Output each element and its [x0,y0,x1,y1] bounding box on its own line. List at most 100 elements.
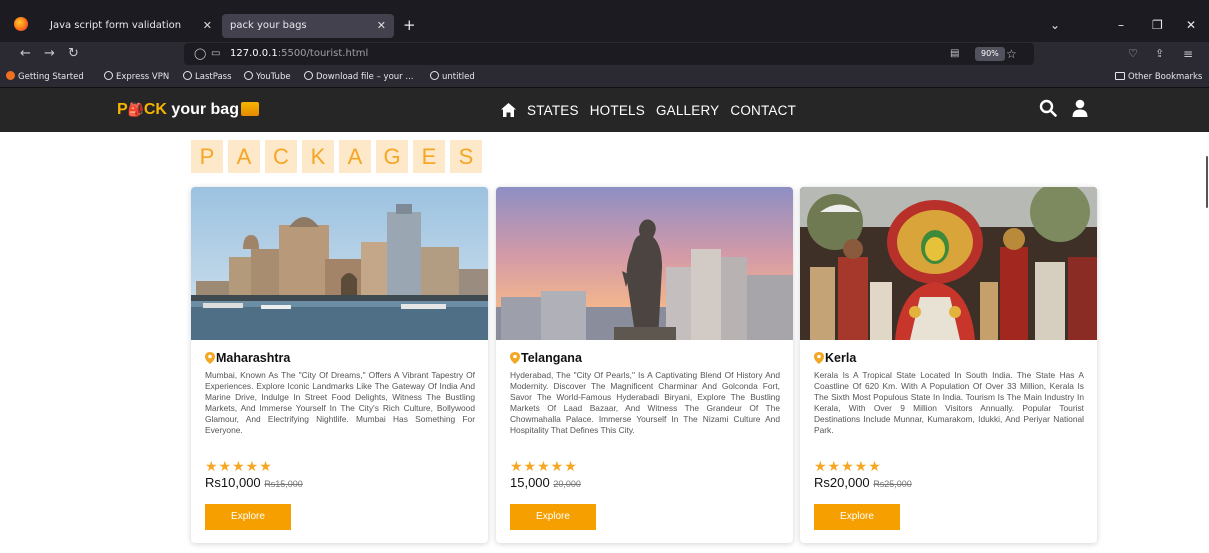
buddha-statue-photo [496,187,793,340]
heading-letter: S [450,140,482,173]
rating-stars: ★★★★★ [510,459,578,475]
search-icon[interactable] [1039,99,1057,121]
nav-states[interactable]: STATES [527,103,579,118]
home-icon[interactable] [501,103,516,117]
folder-icon [1115,72,1125,80]
card-title: Maharashtra [205,351,475,365]
globe-icon [430,71,439,80]
url-host: 127.0.0.1 [230,48,278,59]
user-icon[interactable] [1072,99,1088,121]
page-icon: ▭ [211,48,221,59]
card-title: Kerla [814,351,1084,365]
card-description: Mumbai, Known As The "City Of Dreams," O… [205,370,475,435]
page-scrollbar[interactable] [1206,156,1208,208]
pocket-icon[interactable]: ♡ [1128,42,1138,66]
bookmark-getting-started[interactable]: Getting Started [6,66,84,88]
site-logo[interactable]: P🎒CK your bag [117,88,259,132]
firefox-logo-icon [14,17,28,31]
card-title-text: Kerla [825,351,857,365]
explore-button[interactable]: Explore [205,504,291,530]
site-header: P🎒CK your bag STATES HOTELS GALLERY CONT… [0,88,1209,132]
bookmark-label: LastPass [195,72,232,82]
heading-letter: G [376,140,408,173]
bookmark-star-icon[interactable]: ☆ [1006,43,1017,65]
globe-icon [183,71,192,80]
card-title-text: Telangana [521,351,582,365]
bookmark-express-vpn[interactable]: Express VPN [104,66,169,88]
card-body: Kerla Kerala Is A Tropical State Located… [814,351,1084,490]
current-price: 15,000 [510,475,550,490]
url-bar[interactable]: ◯ ▭ 127.0.0.1:5500/tourist.html ▤ 90% ☆ [184,43,1034,65]
bookmark-label: Download file – your ... [316,72,414,82]
card-price: Rs20,000 Rs25,000 [814,475,1084,490]
tab-pack-your-bags[interactable]: pack your bags ✕ [222,14,394,38]
tab-list-chevron-icon[interactable]: ⌄ [1050,14,1060,36]
explore-button[interactable]: Explore [814,504,900,530]
bookmark-download-file[interactable]: Download file – your ... [304,66,413,88]
heading-letter: A [339,140,371,173]
other-bookmarks-label: Other Bookmarks [1128,72,1203,82]
nav-gallery[interactable]: GALLERY [656,103,719,118]
forward-arrow-icon[interactable]: → [44,42,55,66]
card-description: Kerala Is A Tropical State Located In So… [814,370,1084,435]
package-card-maharashtra: Maharashtra Mumbai, Known As The "City O… [191,187,488,543]
tab-title: pack your bags [230,20,307,31]
current-price: Rs20,000 [814,475,870,490]
rating-stars: ★★★★★ [205,459,273,475]
old-price: Rs15,000 [264,479,303,489]
bookmark-youtube[interactable]: YouTube [244,66,291,88]
card-description: Hyderabad, The "City Of Pearls," Is A Ca… [510,370,780,435]
heading-letter: K [302,140,334,173]
other-bookmarks[interactable]: Other Bookmarks [1115,66,1202,88]
close-tab-icon[interactable]: ✕ [203,14,212,38]
reload-icon[interactable]: ↻ [68,42,79,66]
firefox-icon [6,71,15,80]
minimize-icon[interactable]: – [1118,14,1124,36]
bookmark-label: untitled [442,72,475,82]
close-window-icon[interactable]: ✕ [1186,14,1196,36]
globe-icon [304,71,313,80]
globe-icon [104,71,113,80]
old-price: 20,000 [553,479,581,489]
shield-icon[interactable]: ◯ [194,43,206,65]
location-pin-icon [814,352,824,364]
package-card-kerla: Kerla Kerala Is A Tropical State Located… [800,187,1097,543]
old-price: Rs25,000 [873,479,912,489]
heading-letter: C [265,140,297,173]
card-body: Telangana Hyderabad, The "City Of Pearls… [510,351,780,490]
extensions-icon[interactable]: ⇪ [1155,42,1164,66]
logo-letters-ck: CK [143,101,167,118]
heading-letter: P [191,140,223,173]
restore-icon[interactable]: ❐ [1152,14,1163,36]
rating-stars: ★★★★★ [814,459,882,475]
bookmark-label: Express VPN [116,72,170,82]
kathakali-dancers-photo [800,187,1097,340]
logo-letter-p: P [117,101,128,118]
packages-heading: P A C K A G E S [191,140,482,173]
back-arrow-icon[interactable]: ← [20,42,31,66]
bookmark-label: YouTube [256,72,291,82]
package-card-telangana: Telangana Hyderabad, The "City Of Pearls… [496,187,793,543]
close-tab-icon[interactable]: ✕ [377,14,386,38]
explore-button[interactable]: Explore [510,504,596,530]
tab-form-validation[interactable]: Java script form validation ✕ [42,14,220,38]
bookmark-lastpass[interactable]: LastPass [183,66,232,88]
card-price: 15,000 20,000 [510,475,780,490]
url-path: :5500/tourist.html [277,48,369,59]
location-pin-icon [510,352,520,364]
tab-title: Java script form validation [50,20,182,31]
current-price: Rs10,000 [205,475,261,490]
new-tab-plus-icon[interactable]: + [403,14,416,36]
bookmark-label: Getting Started [18,72,84,82]
zoom-level-badge[interactable]: 90% [975,47,1005,61]
menu-hamburger-icon[interactable]: ≡ [1183,42,1193,66]
heading-letter: E [413,140,445,173]
card-body: Maharashtra Mumbai, Known As The "City O… [205,351,475,490]
bookmark-untitled[interactable]: untitled [430,66,475,88]
nav-contact[interactable]: CONTACT [730,103,796,118]
card-title: Telangana [510,351,780,365]
heading-letter: A [228,140,260,173]
card-price: Rs10,000 Rs15,000 [205,475,475,490]
nav-hotels[interactable]: HOTELS [590,103,645,118]
reader-view-icon[interactable]: ▤ [950,43,959,65]
